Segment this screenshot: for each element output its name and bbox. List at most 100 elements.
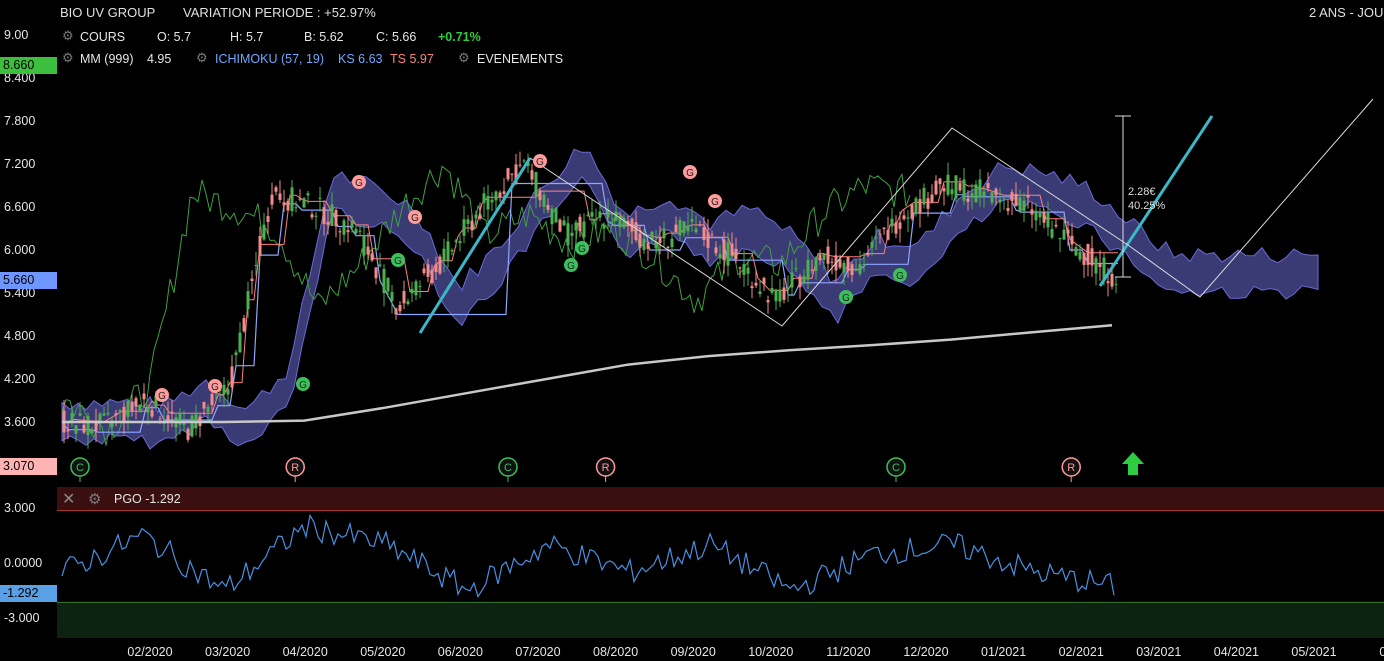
candle-body <box>702 227 706 240</box>
signal-marker-label: G <box>211 382 219 393</box>
candle-body <box>538 190 542 201</box>
candle-body <box>426 264 430 277</box>
candle-body <box>1070 235 1074 245</box>
candle-body <box>930 194 934 202</box>
x-tick-label: 06/2020 <box>438 645 483 659</box>
candle-body <box>966 198 970 202</box>
candle-body <box>1114 283 1118 285</box>
candle-body <box>318 197 322 199</box>
candle-body <box>506 168 510 180</box>
candle-body <box>574 222 578 231</box>
candle-body <box>998 199 1002 203</box>
candle-body <box>322 207 326 224</box>
candle-body <box>550 208 554 225</box>
candle-body <box>1018 197 1022 212</box>
candle-body <box>146 407 150 413</box>
candle-body <box>206 406 210 412</box>
price-chart[interactable]: 8.4007.8007.2006.6006.0005.4004.8004.200… <box>0 0 1384 661</box>
period-selector[interactable]: 2 ANS - JOU <box>1309 5 1383 20</box>
gear-icon[interactable]: ⚙ <box>62 28 74 44</box>
gear-icon[interactable]: ⚙ <box>62 50 74 66</box>
candle-body <box>370 253 374 261</box>
candle-body <box>638 233 642 248</box>
x-tick-label: 10/2020 <box>748 645 793 659</box>
candle-body <box>678 220 682 236</box>
gear-icon[interactable]: ⚙ <box>458 50 470 66</box>
candle-body <box>290 187 294 212</box>
candle-body <box>782 287 786 300</box>
candle-body <box>130 402 134 412</box>
candle-body <box>810 269 814 271</box>
candle-body <box>650 231 654 240</box>
candle-body <box>554 207 558 223</box>
close-icon[interactable]: ✕ <box>62 489 75 509</box>
candle-body <box>74 425 78 434</box>
candle-body <box>886 230 890 240</box>
candle-body <box>658 237 662 243</box>
candle-body <box>498 192 502 198</box>
candle-body <box>878 233 882 235</box>
candle-body <box>558 219 562 232</box>
candle-body <box>770 288 774 293</box>
candle-body <box>982 191 986 196</box>
candle-body <box>1014 193 1018 206</box>
candle-body <box>1046 212 1050 228</box>
gear-icon[interactable]: ⚙ <box>88 490 101 508</box>
pgo-oversold-zone <box>57 602 1384 638</box>
candle-body <box>406 301 410 304</box>
candle-body <box>1074 247 1078 256</box>
candle-body <box>126 401 130 417</box>
candle-body <box>870 242 874 248</box>
candle-body <box>254 265 258 266</box>
candle-body <box>262 224 266 240</box>
candle-body <box>266 216 270 222</box>
candle-body <box>962 179 966 201</box>
candle-body <box>1034 210 1038 221</box>
candle-body <box>942 188 946 192</box>
candle-body <box>190 415 194 437</box>
candle-body <box>270 194 274 205</box>
candle-body <box>286 200 290 211</box>
gear-icon[interactable]: ⚙ <box>196 50 208 66</box>
candle-body <box>586 215 590 216</box>
event-marker-label: C <box>504 462 512 474</box>
candle-body <box>86 416 90 436</box>
candle-body <box>82 424 86 433</box>
candle-body <box>874 237 878 239</box>
candle-body <box>418 286 422 288</box>
candle-body <box>642 238 646 250</box>
x-tick-label: 08/2020 <box>593 645 638 659</box>
pgo-line <box>61 513 1115 599</box>
candle-body <box>754 282 758 286</box>
candle-body <box>786 287 790 290</box>
candle-body <box>662 228 666 239</box>
candle-body <box>298 198 302 200</box>
candle-body <box>246 291 250 310</box>
candle-body <box>1094 258 1098 274</box>
candle-body <box>690 219 694 222</box>
candle-body <box>466 219 470 224</box>
candle-body <box>570 232 574 236</box>
candle-body <box>134 398 138 407</box>
candle-body <box>1054 224 1058 227</box>
event-marker-label: R <box>602 462 610 474</box>
candle-body <box>1106 281 1110 284</box>
candle-body <box>90 429 94 434</box>
change-value: +0.71% <box>438 30 481 44</box>
signal-marker-label: G <box>578 244 586 255</box>
candle-body <box>1002 198 1006 200</box>
candle-body <box>362 235 366 256</box>
candle-body <box>242 318 246 332</box>
candle-body <box>1050 229 1054 238</box>
candle-body <box>894 222 898 234</box>
candle-body <box>170 411 174 414</box>
measure-percent: 40.25% <box>1128 200 1166 212</box>
candle-body <box>482 193 486 203</box>
candle-body <box>954 175 958 199</box>
candle-body <box>470 220 474 231</box>
y-tick-label: 7.800 <box>4 114 35 128</box>
candle-body <box>510 173 514 175</box>
candle-body <box>562 220 566 226</box>
candle-body <box>230 366 234 388</box>
candle-body <box>1038 212 1042 218</box>
